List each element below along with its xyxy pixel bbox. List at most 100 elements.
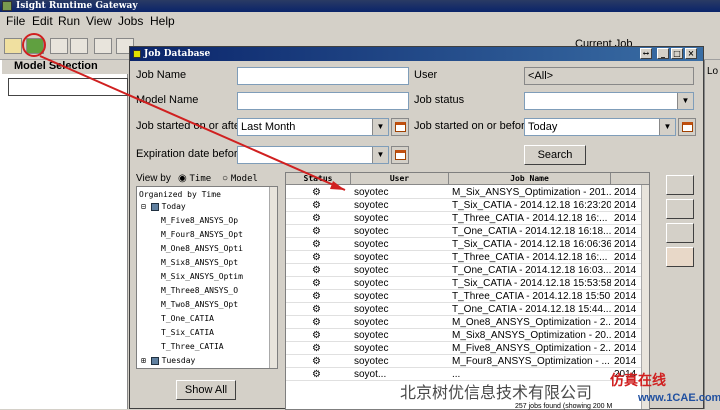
tree-item[interactable]: M_Four8_ANSYS_Opt [161, 230, 243, 239]
chevron-down-icon[interactable]: ▼ [372, 147, 388, 163]
import-icon[interactable] [666, 247, 694, 267]
table-row[interactable]: ⚙ soyotec M_Five8_ANSYS_Optimization - 2..… [286, 342, 642, 355]
tree-item[interactable]: T_One_CATIA [161, 314, 214, 323]
calendar-icon[interactable] [678, 118, 696, 136]
cell-date: 2014 [614, 252, 637, 263]
table-row[interactable]: ⚙ soyotec M_Four8_ANSYS_Optimization - ...… [286, 355, 642, 368]
table-row[interactable]: ⚙ soyotec T_Six_CATIA - 2014.12.18 16:06:3… [286, 238, 642, 251]
table-row[interactable]: ⚙ soyotec T_One_CATIA - 2014.12.18 15:44..… [286, 303, 642, 316]
view-by-time-label: Time [189, 174, 212, 184]
table-row[interactable]: ⚙ soyotec M_Six_ANSYS_Optimization - 201..… [286, 186, 642, 199]
model-name-input[interactable] [237, 92, 409, 110]
delete-icon[interactable] [666, 199, 694, 219]
cell-date: 2014 [614, 239, 637, 250]
view-by-model-radio[interactable]: ○ Model [222, 173, 258, 184]
export-icon[interactable] [666, 223, 694, 243]
table-row[interactable]: ⚙ soyotec T_Three_CATIA - 2014.12.18 15:50… [286, 290, 642, 303]
menu-run[interactable]: Run [58, 14, 80, 28]
tree-item[interactable]: M_Six8_ANSYS_Opt [161, 258, 238, 267]
menu-help[interactable]: Help [150, 14, 175, 28]
cell-job-name: T_One_CATIA - 2014.12.18 16:03... [452, 265, 611, 276]
tree-item[interactable]: M_One8_ANSYS_Opti [161, 244, 243, 253]
menubar: File Edit Run View Jobs Help [0, 12, 720, 30]
tree-item[interactable]: M_Five8_ANSYS_Op [161, 216, 238, 225]
cell-job-name: M_One8_ANSYS_Optimization - 2... [452, 317, 611, 328]
log-panel: Lo [704, 60, 720, 409]
started-after-select[interactable]: Last Month ▼ [237, 118, 389, 136]
table-row[interactable]: ⚙ soyotec T_One_CATIA - 2014.12.18 16:03..… [286, 264, 642, 277]
copy-icon[interactable] [70, 38, 88, 54]
cell-user: soyotec [354, 330, 389, 341]
view-by-time-radio[interactable]: ◉ Time [178, 173, 211, 184]
column-header-user[interactable]: User [351, 173, 449, 185]
calendar-icon[interactable] [391, 118, 409, 136]
job-status-icon: ⚙ [312, 330, 321, 341]
user-field[interactable]: <All> [524, 67, 694, 85]
job-database-dialog: Job Database ↔ _ □ × Job Name Model Name… [129, 46, 704, 410]
expiration-select[interactable]: ▼ [237, 146, 389, 164]
tree-node-today[interactable]: ⊟ Today [141, 202, 186, 211]
menu-file[interactable]: File [6, 14, 25, 28]
maximize-button[interactable]: □ [671, 48, 683, 59]
menu-view[interactable]: View [86, 14, 112, 28]
tree-node-tuesday[interactable]: ⊞ Tuesday [141, 356, 195, 365]
job-name-input[interactable] [237, 67, 409, 85]
model-selection-field[interactable] [8, 78, 128, 96]
job-status-icon: ⚙ [312, 304, 321, 315]
search-button[interactable]: Search [524, 145, 586, 165]
tree-item[interactable]: M_Six_ANSYS_Optim [161, 272, 243, 281]
cell-user: soyotec [354, 239, 389, 250]
expiration-label: Expiration date before [136, 148, 244, 160]
chevron-down-icon[interactable]: ▼ [659, 119, 675, 135]
job-status-icon: ⚙ [312, 356, 321, 367]
tree-item[interactable]: T_Six_CATIA [161, 328, 214, 337]
dialog-icon [133, 50, 141, 58]
tree-item[interactable]: T_Three_CATIA [161, 342, 224, 351]
cell-user: soyotec [354, 304, 389, 315]
table-row[interactable]: ⚙ soyotec M_One8_ANSYS_Optimization - 2...… [286, 316, 642, 329]
job-status-label: Job status [414, 94, 465, 106]
table-row[interactable]: ⚙ soyotec M_Six8_ANSYS_Optimization - 20..… [286, 329, 642, 342]
cell-date: 2014 [614, 213, 637, 224]
tree-scrollbar[interactable] [269, 187, 277, 368]
cell-date: 2014 [614, 278, 637, 289]
open-icon[interactable] [4, 38, 22, 54]
table-row[interactable]: ⚙ soyotec T_Six_CATIA - 2014.12.18 16:23:2… [286, 199, 642, 212]
tree-root[interactable]: Organized by Time [139, 190, 221, 199]
clock-icon [150, 356, 159, 365]
stop-icon[interactable] [666, 175, 694, 195]
cell-job-name: T_Three_CATIA - 2014.12.18 15:50... [452, 291, 611, 302]
cell-date: 2014 [614, 226, 637, 237]
column-header-status[interactable]: Status [286, 173, 351, 185]
cell-job-name: M_Six_ANSYS_Optimization - 201... [452, 187, 611, 198]
column-header-job-name[interactable]: Job Name [449, 173, 611, 185]
column-header-date[interactable] [611, 173, 649, 185]
chevron-down-icon[interactable]: ▼ [372, 119, 388, 135]
close-button[interactable]: × [685, 48, 697, 59]
calendar-icon[interactable] [391, 146, 409, 164]
job-status-icon: ⚙ [312, 278, 321, 289]
cell-user: soyotec [354, 356, 389, 367]
resize-button[interactable]: ↔ [640, 48, 652, 59]
parameters-icon[interactable] [94, 38, 112, 54]
cell-date: 2014 [614, 343, 637, 354]
table-row[interactable]: ⚙ soyotec T_Three_CATIA - 2014.12.18 16:..… [286, 251, 642, 264]
job-status-select[interactable]: ▼ [524, 92, 694, 110]
tree-item[interactable]: M_Three8_ANSYS_O [161, 286, 238, 295]
jobs-table: Status User Job Name ⚙ soyotec M_Six_ANSYS… [285, 172, 650, 410]
job-status-icon: ⚙ [312, 317, 321, 328]
menu-edit[interactable]: Edit [32, 14, 53, 28]
save-icon[interactable] [50, 38, 68, 54]
view-by-label: View by [136, 173, 171, 184]
tree-item[interactable]: M_Two8_ANSYS_Opt [161, 300, 238, 309]
table-row[interactable]: ⚙ soyotec T_Three_CATIA - 2014.12.18 16:..… [286, 212, 642, 225]
cell-user: soyotec [354, 226, 389, 237]
menu-jobs[interactable]: Jobs [118, 14, 143, 28]
minimize-button[interactable]: _ [657, 48, 669, 59]
started-before-select[interactable]: Today ▼ [524, 118, 676, 136]
highlight-circle [22, 33, 46, 57]
table-row[interactable]: ⚙ soyotec T_One_CATIA - 2014.12.18 16:18..… [286, 225, 642, 238]
chevron-down-icon[interactable]: ▼ [677, 93, 693, 109]
show-all-button[interactable]: Show All [176, 380, 236, 400]
table-row[interactable]: ⚙ soyotec T_Six_CATIA - 2014.12.18 15:53:5… [286, 277, 642, 290]
